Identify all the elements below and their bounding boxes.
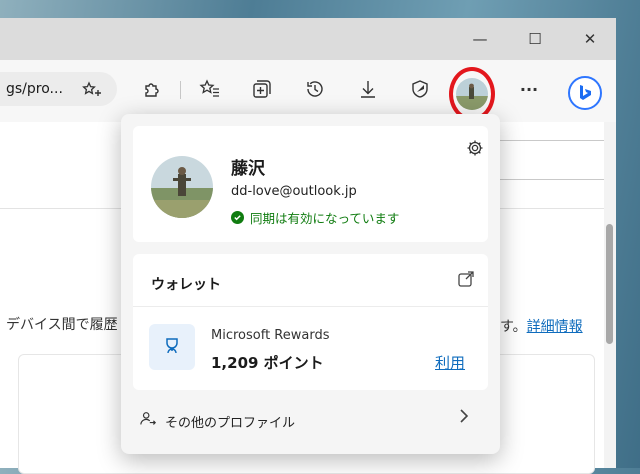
profile-avatar <box>151 156 213 218</box>
browser-essentials-icon[interactable] <box>408 77 432 101</box>
minimize-button[interactable]: — <box>465 26 495 52</box>
switch-profile-icon <box>139 410 157 432</box>
address-bar[interactable]: gs/pro... <box>0 72 117 106</box>
learn-more-link[interactable]: 詳細情報 <box>527 319 583 335</box>
favorites-icon[interactable] <box>198 77 222 101</box>
profile-card: 藤沢 dd-love@outlook.jp 同期は有効になっています <box>133 126 488 242</box>
history-icon[interactable] <box>303 77 327 101</box>
profile-flyout: 藤沢 dd-love@outlook.jp 同期は有効になっています ウォレット… <box>121 114 500 454</box>
sync-description-text: デバイス間で履歴 <box>6 317 118 333</box>
open-external-icon[interactable] <box>457 270 475 288</box>
chevron-right-icon[interactable] <box>458 408 470 428</box>
downloads-icon[interactable] <box>356 77 380 101</box>
other-profiles-label: その他のプロファイル <box>165 415 296 431</box>
check-icon <box>231 211 244 224</box>
wallet-divider <box>133 306 488 307</box>
profile-name: 藤沢 <box>231 159 265 179</box>
sync-status: 同期は有効になっています <box>231 208 399 227</box>
sync-status-text: 同期は有効になっています <box>250 211 400 226</box>
bing-button[interactable] <box>568 76 602 110</box>
maximize-button[interactable]: ☐ <box>520 26 550 52</box>
toolbar-separator <box>180 81 181 99</box>
rewards-use-link[interactable]: 利用 <box>435 352 465 373</box>
browser-toolbar: gs/pro... ··· <box>0 60 616 122</box>
gear-icon[interactable] <box>466 139 484 157</box>
wallet-card: ウォレット Microsoft Rewards 1,209 ポイント 利用 <box>133 254 488 390</box>
scrollbar-thumb[interactable] <box>606 224 613 344</box>
settings-search-input[interactable] <box>492 140 608 180</box>
learn-more-text: す。詳細情報 <box>500 316 583 336</box>
rewards-name: Microsoft Rewards <box>211 328 330 343</box>
title-bar: — ☐ ✕ <box>0 18 616 60</box>
sentence-end: す。 <box>500 319 527 335</box>
more-icon[interactable]: ··· <box>517 77 541 101</box>
address-text: gs/pro... <box>6 81 63 97</box>
bing-icon <box>580 85 591 100</box>
highlight-circle <box>449 67 495 121</box>
rewards-trophy-icon <box>149 324 195 370</box>
close-button[interactable]: ✕ <box>575 26 605 52</box>
rewards-points: 1,209 ポイント <box>211 354 324 372</box>
wallet-title[interactable]: ウォレット <box>151 274 221 294</box>
profile-photo-icon <box>151 156 213 218</box>
profile-email: dd-love@outlook.jp <box>231 184 357 199</box>
other-profiles-item[interactable]: その他のプロファイル <box>139 410 295 432</box>
collections-icon[interactable] <box>249 77 273 101</box>
extensions-icon[interactable] <box>140 77 164 101</box>
favorite-add-icon[interactable] <box>82 80 102 100</box>
